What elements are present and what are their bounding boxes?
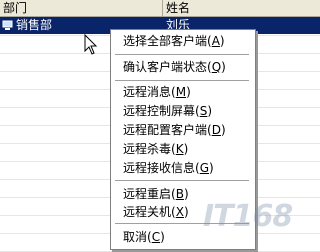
mouse-pointer-icon [84,34,98,55]
menu-separator [115,180,249,181]
menu-item-remote-configure-client[interactable]: 远程配置客户端(D) [123,121,226,139]
menu-item-remote-antivirus[interactable]: 远程杀毒(K) [123,140,188,158]
menu-item-remote-control-screen[interactable]: 远程控制屏幕(S) [123,102,212,120]
column-header-name[interactable]: 姓名 [163,0,320,16]
menu-separator [115,54,249,55]
menu-item-select-all-clients[interactable]: 选择全部客户端(A) [123,32,225,50]
menu-item-confirm-client-status[interactable]: 确认客户端状态(Q) [123,58,226,76]
watermark: IT168 [203,199,293,234]
menu-item-remote-receive-info[interactable]: 远程接收信息(G) [123,159,214,177]
cell-dept: 销售部 [16,18,53,32]
menu-item-remote-restart[interactable]: 远程重启(B) [123,185,189,203]
menu-separator [115,80,249,81]
menu-item-remote-shutdown[interactable]: 远程关机(X) [123,203,189,221]
menu-item-remote-message[interactable]: 远程消息(M) [123,83,191,101]
list-header: 部门 姓名 [0,0,320,17]
column-header-dept[interactable]: 部门 [0,0,163,16]
menu-item-cancel[interactable]: 取消(C) [123,228,165,246]
